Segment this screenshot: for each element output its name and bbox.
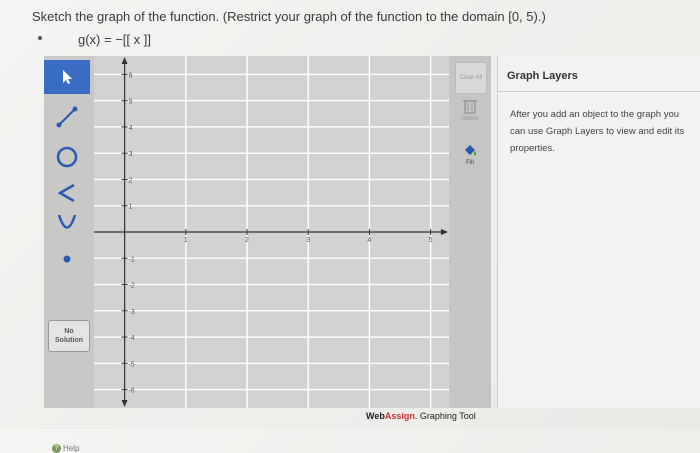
tool-panel: No Solution ? Help [44,56,95,453]
y-axis-arrow-up [121,57,128,64]
y-tick-label: -1 [129,256,135,263]
y-axis-arrow-down [121,400,128,407]
graph-layers-title: Graph Layers [498,56,700,92]
parabola-icon [57,214,77,229]
line-segment-icon [56,106,78,128]
y-tick-label: -3 [129,309,135,316]
brand-suffix: . Graphing Tool [414,411,476,421]
point-icon [63,255,71,263]
delete-button[interactable]: Delete [455,98,485,122]
circle-icon [56,146,78,168]
no-solution-line2: Solution [55,337,83,344]
clear-all-label: Clear All [459,75,483,81]
x-tick-label: 5 [429,237,433,244]
x-tick-label: 4 [367,237,371,244]
y-tick-label: 6 [129,72,133,79]
x-tick-label: 3 [306,237,310,244]
y-tick-label: -5 [129,361,135,368]
fill-button[interactable]: Fill [455,142,485,166]
function-formula: g(x) = −[[ x ]] [78,32,151,47]
y-tick-label: -2 [129,283,135,290]
bullet-marker [38,36,42,40]
trash-icon [463,100,477,114]
y-tick-label: -6 [129,388,135,395]
y-tick-label: -4 [129,335,135,342]
angle-tool-button[interactable] [44,176,90,210]
paint-bucket-icon [465,145,476,156]
x-axis-arrow [441,229,448,235]
graph-layers-text-line3: properties. [510,143,555,154]
right-tool-column: Clear All Delete Fill [449,56,491,408]
graph-canvas[interactable]: 1 2 3 4 5 1 2 3 4 5 6 -1 -2 -3 -4 -5 -6 [94,56,449,408]
brand-assign: Assign [384,411,415,421]
y-tick-label: 3 [129,151,133,158]
circle-tool-button[interactable] [44,140,90,174]
graph-layers-text-line2: can use Graph Layers to view and edit it… [510,126,685,137]
angle-icon [57,183,75,203]
line-tool-button[interactable] [44,100,90,134]
graph-layers-help: After you add an object to the graph you… [498,92,700,157]
y-tick-label: 2 [129,177,133,184]
no-solution-button[interactable]: No Solution [48,320,90,352]
x-tick-label: 1 [184,237,188,244]
y-tick-label: 4 [129,125,133,132]
parabola-tool-button[interactable] [44,206,90,240]
arrow-pointer-icon [63,70,72,84]
help-label: Help [63,444,80,453]
webassign-brand: WebAssign. Graphing Tool [366,411,476,421]
point-tool-button[interactable] [44,242,90,276]
brand-web: Web [366,411,385,421]
pointer-tool-button[interactable] [44,60,90,94]
graph-layers-panel: Graph Layers After you add an object to … [497,56,700,408]
no-solution-line1: No [64,328,74,335]
fill-label: Fill [466,160,474,166]
help-link[interactable]: ? Help [52,444,79,453]
clear-all-button[interactable]: Clear All [455,62,487,94]
y-tick-label: 5 [129,99,133,106]
delete-label: Delete [461,116,479,122]
graph-layers-text-line1: After you add an object to the graph you [510,109,680,120]
y-tick-label: 1 [129,204,133,211]
help-icon: ? [52,444,61,453]
x-tick-label: 2 [245,237,249,244]
question-prompt: Sketch the graph of the function. (Restr… [32,9,546,24]
coordinate-grid[interactable]: 1 2 3 4 5 1 2 3 4 5 6 -1 -2 -3 -4 -5 -6 [94,56,449,408]
